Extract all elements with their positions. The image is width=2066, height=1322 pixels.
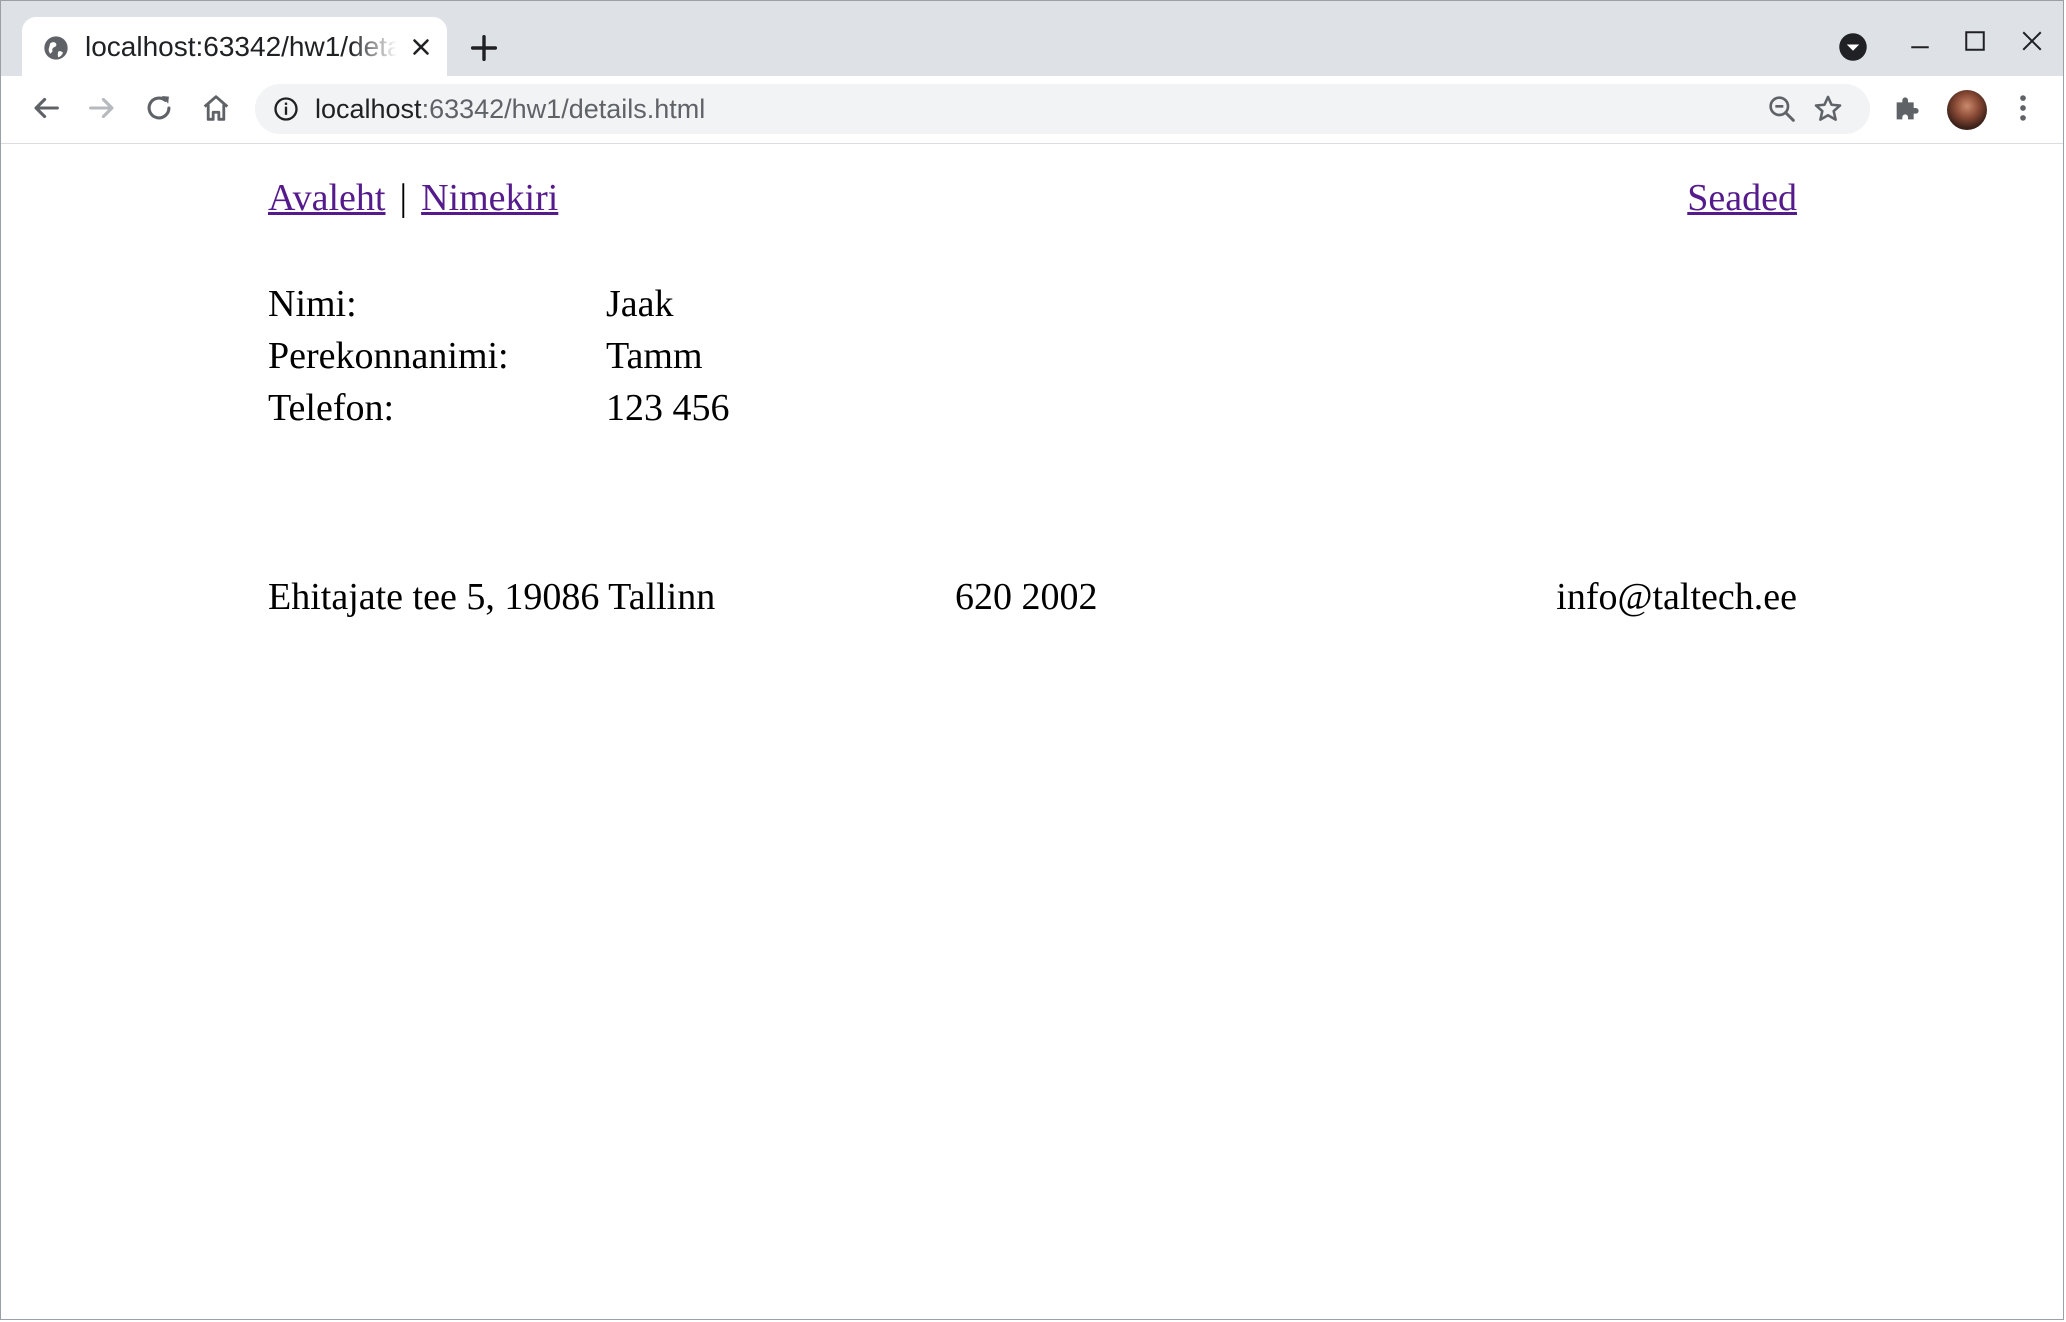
zoom-out-icon[interactable] (1766, 93, 1798, 125)
detail-value: Jaak (606, 283, 674, 325)
window-close-icon[interactable] (2017, 26, 2047, 56)
close-icon[interactable] (408, 34, 434, 60)
tab-title: localhost:63342/hw1/details.html (85, 31, 397, 62)
url-path: :63342/hw1/details.html (421, 94, 706, 124)
nav-separator: | (399, 177, 408, 219)
detail-label: Telefon: (268, 387, 395, 429)
footer-phone: 620 2002 (955, 576, 1098, 618)
url-host: localhost (315, 94, 422, 124)
nav-link-list[interactable]: Nimekiri (421, 177, 558, 219)
reload-icon[interactable] (142, 91, 176, 125)
detail-label: Perekonnanimi: (268, 335, 509, 377)
url-text[interactable]: localhost:63342/hw1/details.html (315, 90, 705, 128)
maximize-icon[interactable] (1960, 26, 1990, 56)
globe-icon (44, 36, 68, 60)
main-nav: Avaleht | Nimekiri (268, 174, 558, 222)
kebab-menu-icon[interactable] (2006, 91, 2040, 125)
arrow-left-icon[interactable] (29, 91, 63, 125)
detail-label: Nimi: (268, 283, 357, 325)
minimize-icon[interactable] (1905, 31, 1935, 61)
page-footer: Ehitajate tee 5, 19086 Tallinn 620 2002 … (268, 572, 1797, 622)
avatar[interactable] (1947, 90, 1987, 130)
address-bar[interactable]: localhost:63342/hw1/details.html (255, 84, 1870, 134)
tab-strip: localhost:63342/hw1/details.html (1, 1, 2063, 76)
star-icon[interactable] (1811, 92, 1845, 126)
nav-link-home[interactable]: Avaleht (268, 177, 385, 219)
plus-icon[interactable] (467, 31, 501, 65)
home-icon[interactable] (199, 91, 233, 125)
footer-address: Ehitajate tee 5, 19086 Tallinn (268, 576, 716, 618)
footer-email: info@taltech.ee (1556, 576, 1797, 618)
browser-tab[interactable]: localhost:63342/hw1/details.html (22, 17, 447, 76)
browser-toolbar: localhost:63342/hw1/details.html (1, 76, 2063, 144)
nav-link-settings[interactable]: Seaded (1687, 174, 1797, 222)
browser-window: localhost:63342/hw1/details.html (0, 0, 2064, 1320)
detail-value: Tamm (606, 335, 703, 377)
page-content: Avaleht | Nimekiri Seaded Nimi: Jaak Perek… (1, 144, 2063, 1319)
arrow-right-icon[interactable] (85, 91, 119, 125)
tab-search-icon[interactable] (1838, 32, 1868, 62)
puzzle-icon[interactable] (1891, 91, 1925, 125)
info-icon[interactable] (272, 95, 300, 123)
detail-value: 123 456 (606, 387, 730, 429)
